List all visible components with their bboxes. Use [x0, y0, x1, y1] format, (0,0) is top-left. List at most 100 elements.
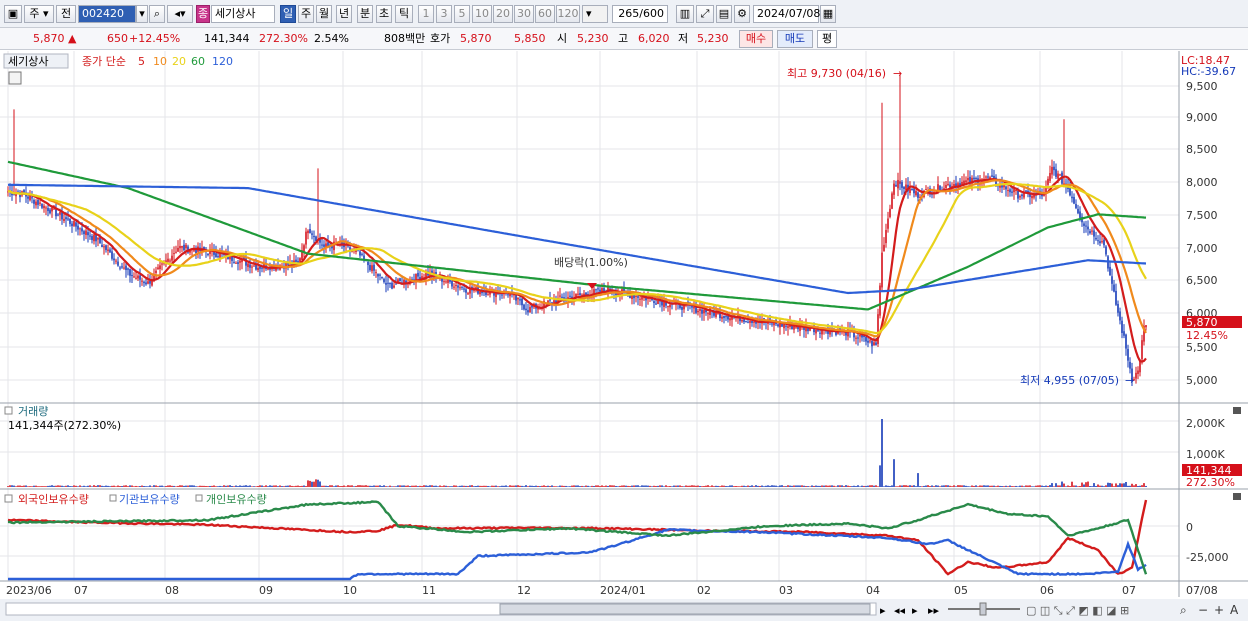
candle-body: [157, 267, 159, 270]
candle-body: [1115, 290, 1117, 305]
volume-bar: [1005, 485, 1007, 487]
window-icon[interactable]: ▣: [4, 5, 22, 23]
volume-bar: [403, 485, 405, 487]
volume-bar: [75, 485, 77, 487]
volume-bar: [367, 485, 369, 487]
volume-bar: [907, 485, 909, 487]
auto-scale-icon[interactable]: A: [1230, 603, 1239, 617]
rewind-icon[interactable]: ◂◂: [894, 604, 906, 617]
interval-day-button[interactable]: 일: [280, 5, 296, 23]
candle-body: [147, 281, 149, 284]
speaker-icon[interactable]: ◂▾: [167, 5, 193, 23]
legend-ma5[interactable]: 5: [138, 55, 145, 68]
interval-year-button[interactable]: 년: [336, 5, 352, 23]
num-button-60[interactable]: 60: [535, 5, 555, 23]
search-icon[interactable]: ⌕: [149, 5, 165, 23]
custom-num-select[interactable]: ▾: [582, 5, 608, 23]
volume-bar: [377, 485, 379, 487]
legend-ma20[interactable]: 20: [172, 55, 186, 68]
calendar-icon[interactable]: ▦: [820, 5, 836, 23]
fast-forward-icon[interactable]: ▸▸: [928, 604, 940, 617]
interval-tick-button[interactable]: 틱: [395, 5, 413, 23]
volume-bar: [1091, 486, 1093, 487]
volume-bar: [307, 480, 309, 487]
volume-bar: [687, 485, 689, 487]
code-dropdown-icon[interactable]: ▾: [136, 5, 148, 23]
volume-bar: [73, 485, 75, 487]
volume-close-icon[interactable]: [1233, 407, 1241, 414]
interval-month-button[interactable]: 월: [316, 5, 332, 23]
candle-body: [967, 177, 969, 181]
gear-icon[interactable]: ⚙: [734, 5, 750, 23]
candle-body: [603, 288, 605, 292]
legend-ma120[interactable]: 120: [212, 55, 233, 68]
legend-ma60[interactable]: 60: [191, 55, 205, 68]
candle-body: [367, 261, 369, 266]
candle-type-icon[interactable]: ▥: [676, 5, 694, 23]
candle-body: [749, 320, 751, 323]
sell-button[interactable]: 매도: [777, 30, 813, 48]
volume-bar: [421, 486, 423, 487]
num-button-10[interactable]: 10: [472, 5, 492, 23]
candle-body: [119, 267, 121, 269]
volume-bar: [431, 485, 433, 487]
num-button-5[interactable]: 5: [454, 5, 470, 23]
holding-close-icon[interactable]: [1233, 493, 1241, 500]
volume-bar: [207, 486, 209, 487]
save-icon[interactable]: ▤: [716, 5, 732, 23]
volume-bar: [767, 485, 769, 487]
flat-button[interactable]: 평: [817, 30, 837, 48]
volume-bar: [747, 485, 749, 487]
stock-chart[interactable]: 세기상사 종가 단순 5 10 20 60 120 최고 9,730 (04/1…: [0, 50, 1248, 621]
volume-bar: [1137, 486, 1139, 487]
zoom-in-icon[interactable]: +: [1214, 603, 1224, 617]
chart-background: [0, 51, 1248, 621]
tool-icons[interactable]: ▢ ◫ ⤡ ⤢ ◩ ◧ ◪ ⊞: [1026, 604, 1129, 617]
num-button-120[interactable]: 120: [556, 5, 580, 23]
volume-bar: [777, 486, 779, 487]
stock-code-input[interactable]: 002420: [78, 5, 136, 23]
holding-panel-icon[interactable]: [4, 494, 13, 503]
candle-body: [741, 319, 743, 322]
volume-bar: [187, 485, 189, 487]
zoom-out-icon[interactable]: −: [1198, 603, 1208, 617]
candle-body: [1071, 196, 1073, 199]
grid-toggle-icon[interactable]: [8, 71, 22, 85]
volume-bar: [915, 486, 917, 487]
interval-second-button[interactable]: 초: [376, 5, 392, 23]
legend-ma10[interactable]: 10: [153, 55, 167, 68]
holding-sep-icon-1: [109, 494, 117, 502]
volume-bar: [25, 485, 27, 487]
candle-body: [1051, 166, 1053, 175]
zoom-search-icon[interactable]: ⌕: [1180, 603, 1187, 617]
num-button-20[interactable]: 20: [493, 5, 513, 23]
volume-panel-icon[interactable]: [4, 406, 13, 415]
ask-price: 5,870: [460, 32, 492, 45]
candle-body: [1055, 169, 1057, 177]
candle-body: [1079, 211, 1081, 218]
candle-body: [185, 244, 187, 249]
prev-button[interactable]: 전: [56, 5, 76, 23]
candle-body: [1099, 241, 1101, 244]
date-field[interactable]: 2024/07/08: [753, 5, 820, 23]
buy-button[interactable]: 매수: [739, 30, 773, 48]
candle-body: [747, 321, 749, 323]
num-button-30[interactable]: 30: [514, 5, 534, 23]
interval-week-button[interactable]: 주: [298, 5, 314, 23]
line-tool-icon[interactable]: ⤢: [696, 5, 714, 23]
volume-bar: [429, 485, 431, 487]
volume-bar: [173, 485, 175, 487]
zoom-slider-handle[interactable]: [979, 602, 987, 616]
period-type-select[interactable]: 주 ▾: [24, 5, 54, 23]
data-count-field[interactable]: 265/600: [612, 5, 668, 23]
num-button-3[interactable]: 3: [436, 5, 452, 23]
interval-minute-button[interactable]: 분: [357, 5, 373, 23]
scroll-right-icon[interactable]: ▸: [880, 604, 886, 617]
volume-bar: [1033, 486, 1035, 487]
play-icon[interactable]: ▸: [912, 604, 918, 617]
volume-bar: [1013, 486, 1015, 487]
num-button-1[interactable]: 1: [418, 5, 434, 23]
scrollbar-thumb[interactable]: [499, 603, 871, 615]
candle-body: [73, 220, 75, 226]
candle-body: [323, 244, 325, 247]
